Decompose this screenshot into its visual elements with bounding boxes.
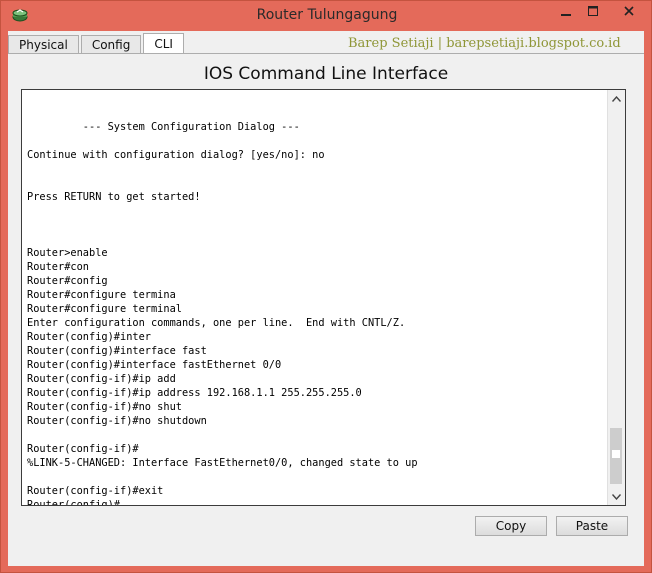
tab-bar: Physical Config CLI	[8, 33, 186, 53]
cli-terminal[interactable]: --- System Configuration Dialog --- Cont…	[21, 89, 626, 506]
window-client: Physical Config CLI Barep Setiaji | bare…	[8, 31, 644, 566]
tab-physical[interactable]: Physical	[8, 35, 79, 53]
minimize-button[interactable]	[552, 1, 579, 21]
terminal-output[interactable]: --- System Configuration Dialog --- Cont…	[27, 92, 418, 505]
cli-panel: IOS Command Line Interface --- System Co…	[8, 53, 644, 565]
scroll-thumb-grip	[612, 450, 620, 458]
terminal-scrollbar[interactable]	[607, 90, 625, 505]
scroll-up-button[interactable]	[608, 90, 625, 107]
cli-heading: IOS Command Line Interface	[203, 64, 449, 84]
scroll-thumb[interactable]	[610, 428, 622, 484]
router-window: Router Tulungagung Physical Config CLI B…	[0, 0, 652, 573]
paste-button[interactable]: Paste	[556, 516, 628, 536]
chevron-down-icon	[612, 493, 621, 500]
minimize-icon	[560, 14, 571, 16]
copy-button[interactable]: Copy	[475, 516, 547, 536]
scroll-down-button[interactable]	[608, 488, 625, 505]
watermark-text: Barep Setiaji | barepsetiaji.blogspot.co…	[348, 36, 621, 51]
close-button[interactable]	[606, 1, 651, 21]
tab-config[interactable]: Config	[80, 35, 142, 53]
window-controls	[552, 1, 651, 21]
maximize-icon	[587, 6, 598, 16]
close-icon	[623, 6, 634, 16]
maximize-button[interactable]	[579, 1, 606, 21]
title-bar[interactable]: Router Tulungagung	[1, 1, 651, 31]
chevron-up-icon	[612, 95, 621, 102]
tab-cli[interactable]: CLI	[143, 33, 184, 53]
